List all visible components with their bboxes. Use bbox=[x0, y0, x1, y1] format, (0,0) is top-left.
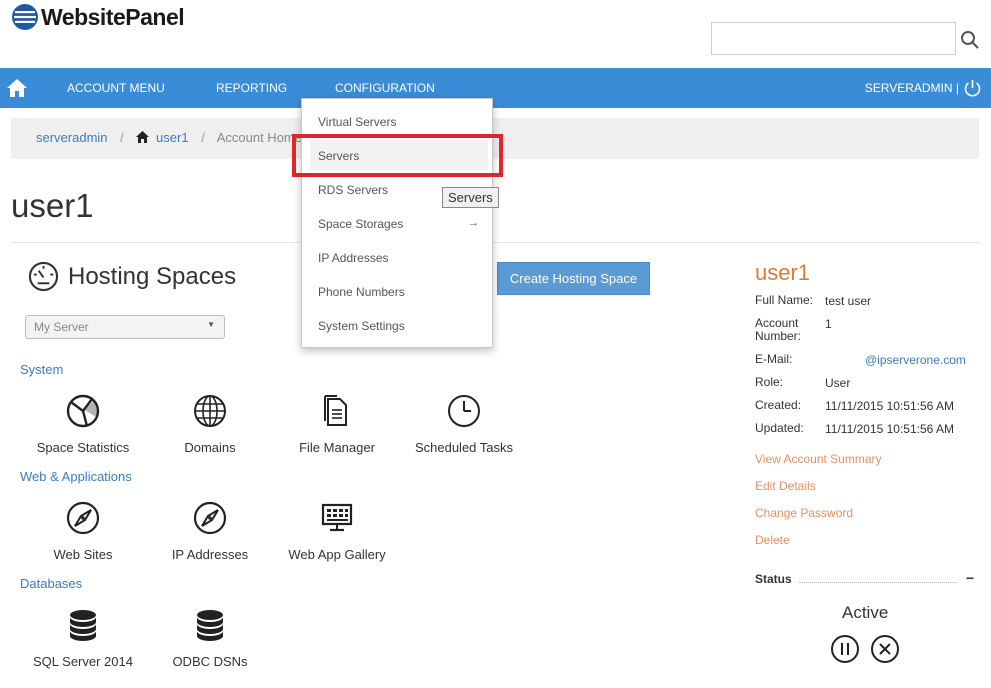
logout-power-icon[interactable] bbox=[962, 78, 983, 99]
monitor-icon bbox=[321, 503, 353, 532]
full-name-value: test user bbox=[825, 294, 872, 308]
menu-item-rds-servers[interactable]: RDS Servers bbox=[318, 183, 388, 197]
section-databases-label: Databases bbox=[20, 576, 83, 591]
menu-item-virtual-servers[interactable]: Virtual Servers bbox=[318, 115, 396, 129]
edit-details-link[interactable]: Edit Details bbox=[755, 479, 816, 493]
app-name: WebsitePanel bbox=[41, 3, 185, 30]
main-navbar: ACCOUNT MENU REPORTING CONFIGURATION SER… bbox=[0, 68, 991, 108]
page-title: user1 bbox=[11, 187, 94, 224]
compass-icon bbox=[193, 501, 227, 535]
breadcrumb-user-link[interactable]: user1 bbox=[156, 130, 189, 145]
cancel-icon[interactable] bbox=[870, 634, 900, 664]
globe-icon bbox=[194, 395, 226, 427]
app-logo[interactable]: WebsitePanel bbox=[11, 3, 185, 31]
created-value: 11/11/2015 10:51:56 AM bbox=[825, 399, 954, 413]
pie-chart-icon bbox=[66, 394, 100, 428]
tile-label: Web App Gallery bbox=[288, 547, 386, 562]
status-title: Status bbox=[755, 572, 792, 586]
created-label: Created: bbox=[755, 398, 802, 412]
tile-sql-server[interactable]: SQL Server 2014 bbox=[18, 607, 148, 669]
server-select-value: My Server bbox=[34, 320, 89, 334]
collapse-icon[interactable]: − bbox=[966, 570, 974, 586]
menu-item-space-storages[interactable]: Space Storages bbox=[318, 217, 403, 231]
tile-label: IP Addresses bbox=[171, 547, 249, 562]
full-name-label: Full Name: bbox=[755, 293, 814, 307]
compass-icon bbox=[66, 501, 100, 535]
view-account-summary-link[interactable]: View Account Summary bbox=[755, 452, 882, 466]
divider bbox=[11, 242, 979, 243]
tile-label: SQL Server 2014 bbox=[33, 654, 133, 669]
breadcrumb-separator: / bbox=[201, 130, 205, 145]
hosting-spaces-title: Hosting Spaces bbox=[68, 262, 237, 290]
delete-link[interactable]: Delete bbox=[755, 533, 790, 547]
submenu-arrow-icon: → bbox=[468, 217, 479, 229]
role-label: Role: bbox=[755, 375, 784, 389]
tile-odbc-dsns[interactable]: ODBC DSNs bbox=[145, 607, 275, 669]
tile-space-statistics[interactable]: Space Statistics bbox=[18, 393, 148, 455]
search-icon[interactable] bbox=[960, 30, 980, 50]
database-icon bbox=[197, 610, 223, 641]
document-icon bbox=[324, 395, 347, 426]
tile-label: File Manager bbox=[299, 440, 375, 455]
account-name: user1 bbox=[755, 260, 811, 285]
tile-label: Domains bbox=[184, 440, 236, 455]
email-label: E-Mail: bbox=[755, 352, 793, 366]
tile-web-sites[interactable]: Web Sites bbox=[18, 500, 148, 562]
search-input[interactable] bbox=[711, 22, 956, 55]
tile-file-manager[interactable]: File Manager bbox=[272, 393, 402, 455]
clock-icon bbox=[448, 395, 480, 427]
tile-label: ODBC DSNs bbox=[172, 654, 248, 669]
nav-username[interactable]: SERVERADMIN | bbox=[865, 81, 959, 95]
menu-item-phone-numbers[interactable]: Phone Numbers bbox=[318, 285, 405, 299]
speedometer-icon bbox=[28, 261, 59, 292]
breadcrumb-home-icon bbox=[136, 131, 150, 143]
hosting-spaces-heading: Hosting Spaces bbox=[28, 261, 236, 292]
database-icon bbox=[70, 610, 96, 641]
breadcrumb-current: Account Home bbox=[216, 130, 302, 145]
tile-ip-addresses[interactable]: IP Addresses bbox=[145, 500, 275, 562]
nav-reporting[interactable]: REPORTING bbox=[216, 81, 287, 95]
annotation-highlight-box bbox=[292, 134, 503, 177]
tile-web-app-gallery[interactable]: Web App Gallery bbox=[272, 500, 402, 562]
role-value: User bbox=[825, 376, 851, 390]
status-divider bbox=[799, 582, 957, 583]
servers-tooltip: Servers bbox=[442, 187, 499, 208]
tile-domains[interactable]: Domains bbox=[145, 393, 275, 455]
section-system-label: System bbox=[20, 362, 64, 377]
updated-label: Updated: bbox=[755, 421, 804, 435]
server-select[interactable]: My Server ▼ bbox=[25, 315, 225, 339]
status-value: Active bbox=[842, 603, 889, 622]
chevron-down-icon: ▼ bbox=[207, 320, 215, 329]
tile-label: Scheduled Tasks bbox=[414, 440, 514, 455]
email-value[interactable]: @ipserverone.com bbox=[865, 353, 966, 367]
section-web-label: Web & Applications bbox=[20, 469, 132, 484]
change-password-link[interactable]: Change Password bbox=[755, 506, 853, 520]
account-number-value: 1 bbox=[825, 317, 832, 331]
tile-label: Web Sites bbox=[53, 547, 113, 562]
pause-icon[interactable] bbox=[830, 634, 860, 664]
logo-globe-icon bbox=[12, 4, 38, 30]
updated-value: 11/11/2015 10:51:56 AM bbox=[825, 422, 954, 436]
nav-configuration[interactable]: CONFIGURATION bbox=[335, 81, 435, 95]
nav-account-menu[interactable]: ACCOUNT MENU bbox=[67, 81, 165, 95]
tile-label: Space Statistics bbox=[36, 440, 130, 455]
breadcrumb-root-link[interactable]: serveradmin bbox=[36, 130, 108, 145]
menu-item-ip-addresses[interactable]: IP Addresses bbox=[318, 251, 389, 265]
menu-item-system-settings[interactable]: System Settings bbox=[318, 319, 405, 333]
breadcrumb-separator: / bbox=[120, 130, 124, 145]
tile-scheduled-tasks[interactable]: Scheduled Tasks bbox=[399, 393, 529, 455]
account-number-label: Number: bbox=[755, 329, 802, 343]
create-hosting-space-button[interactable]: Create Hosting Space bbox=[497, 262, 650, 295]
home-icon[interactable] bbox=[6, 78, 28, 98]
